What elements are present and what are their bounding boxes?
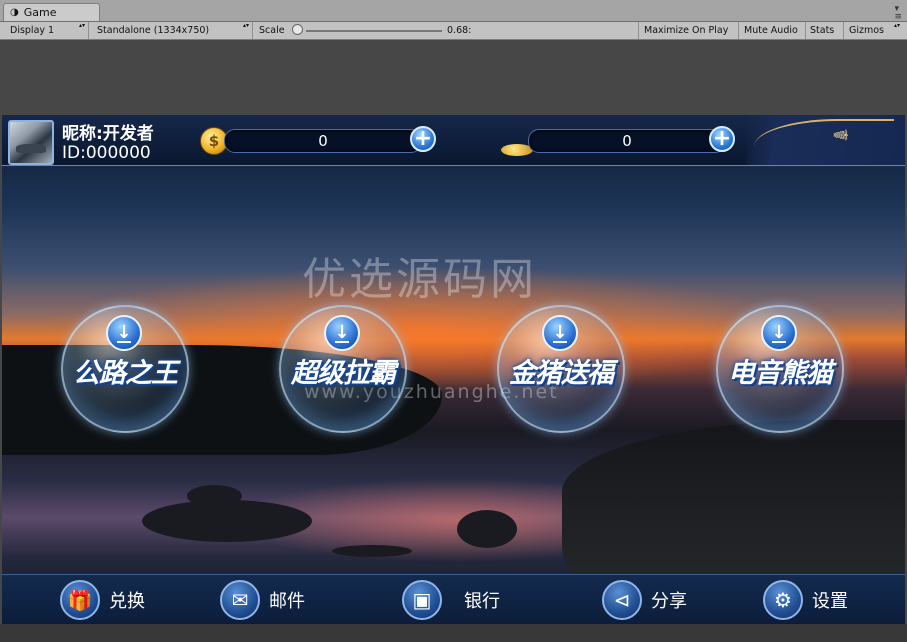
mute-audio-label: Mute Audio <box>744 25 798 36</box>
game-name: 金猪送福 <box>509 358 614 389</box>
shoreline-right <box>562 420 905 600</box>
game-view-toolbar: Display 1 Standalone (1334x750) Scale 0.… <box>0 21 907 40</box>
maximize-on-play-label: Maximize On Play <box>644 25 729 36</box>
download-icon[interactable]: ↓ <box>761 315 797 351</box>
rock <box>457 510 517 548</box>
stats-label: Stats <box>810 25 835 36</box>
game-viewport[interactable]: 昵称:开发者 ID:000000 $ 0 + 0 + ☤ 优选源码网 www.y… <box>2 115 905 624</box>
gizmos-dropdown[interactable]: Gizmos <box>845 21 903 39</box>
game-bubble-2[interactable]: ↓ 金猪送福 <box>497 305 625 433</box>
scale-slider-track[interactable] <box>306 30 442 32</box>
corner-ornament: ☤ <box>746 115 905 165</box>
game-tab-label: Game <box>23 6 57 19</box>
diamond-value: 0 <box>528 129 726 153</box>
display-dropdown-label: Display 1 <box>10 25 55 36</box>
add-gold-button[interactable]: + <box>410 126 436 152</box>
gold-value: 0 <box>224 129 422 153</box>
resolution-dropdown-label: Standalone (1334x750) <box>97 25 210 36</box>
share-button[interactable]: ⊲ 分享 <box>602 578 687 622</box>
exchange-button[interactable]: 🎁 兑换 <box>60 578 145 622</box>
download-icon[interactable]: ↓ <box>542 315 578 351</box>
settings-label: 设置 <box>812 591 848 612</box>
maximize-on-play-toggle[interactable]: Maximize On Play <box>640 22 739 39</box>
avatar[interactable] <box>8 120 54 165</box>
safe-icon: ▣ <box>402 580 442 620</box>
rock <box>187 485 242 507</box>
game-name: 公路之王 <box>73 358 178 389</box>
user-nickname: 昵称:开发者 <box>62 124 154 144</box>
download-icon[interactable]: ↓ <box>324 315 360 351</box>
game-name: 电音熊猫 <box>728 358 833 389</box>
trident-icon: ☤ <box>828 128 853 142</box>
user-id: ID:000000 <box>62 143 151 163</box>
viewport-bottom-margin <box>0 624 907 642</box>
mail-label: 邮件 <box>269 591 305 612</box>
unity-game-icon: ◑ <box>10 7 19 18</box>
stats-toggle[interactable]: Stats <box>806 22 844 39</box>
bottom-bar: 🎁 兑换 ✉ 邮件 ▣ 银行 ⊲ 分享 ⚙ 设置 <box>2 574 905 624</box>
watermark: 优选源码网 <box>302 254 537 305</box>
scale-label: Scale <box>259 25 285 36</box>
mute-audio-toggle[interactable]: Mute Audio <box>740 22 806 39</box>
game-bubble-3[interactable]: ↓ 电音熊猫 <box>716 305 844 433</box>
exchange-label: 兑换 <box>109 591 145 612</box>
share-label: 分享 <box>651 591 687 612</box>
scale-slider-thumb[interactable] <box>292 24 303 35</box>
game-tab[interactable]: ◑ Game <box>3 3 100 21</box>
resolution-dropdown[interactable]: Standalone (1334x750) <box>93 21 253 39</box>
share-icon: ⊲ <box>602 580 642 620</box>
top-bar: 昵称:开发者 ID:000000 $ 0 + 0 + ☤ <box>2 115 905 166</box>
download-icon[interactable]: ↓ <box>106 315 142 351</box>
game-bubble-0[interactable]: ↓ 公路之王 <box>61 305 189 433</box>
editor-tab-strip: ◑ Game ▾ ≡ <box>0 0 907 22</box>
add-diamond-button[interactable]: + <box>709 126 735 152</box>
game-name: 超级拉霸 <box>291 358 396 389</box>
mail-icon: ✉ <box>220 580 260 620</box>
game-bubble-1[interactable]: ↓ 超级拉霸 <box>279 305 407 433</box>
rock <box>332 545 412 557</box>
scale-value: 0.68: <box>447 25 472 36</box>
gizmos-label: Gizmos <box>849 25 885 36</box>
tab-menu-icon[interactable]: ▾ ≡ <box>894 5 902 22</box>
rock <box>142 500 312 542</box>
mail-button[interactable]: ✉ 邮件 <box>220 578 305 622</box>
display-dropdown[interactable]: Display 1 <box>6 21 89 39</box>
gift-icon: 🎁 <box>60 580 100 620</box>
bank-label: 银行 <box>464 591 500 612</box>
bank-button[interactable]: ▣ 银行 <box>402 578 500 622</box>
settings-button[interactable]: ⚙ 设置 <box>763 578 848 622</box>
gear-icon: ⚙ <box>763 580 803 620</box>
